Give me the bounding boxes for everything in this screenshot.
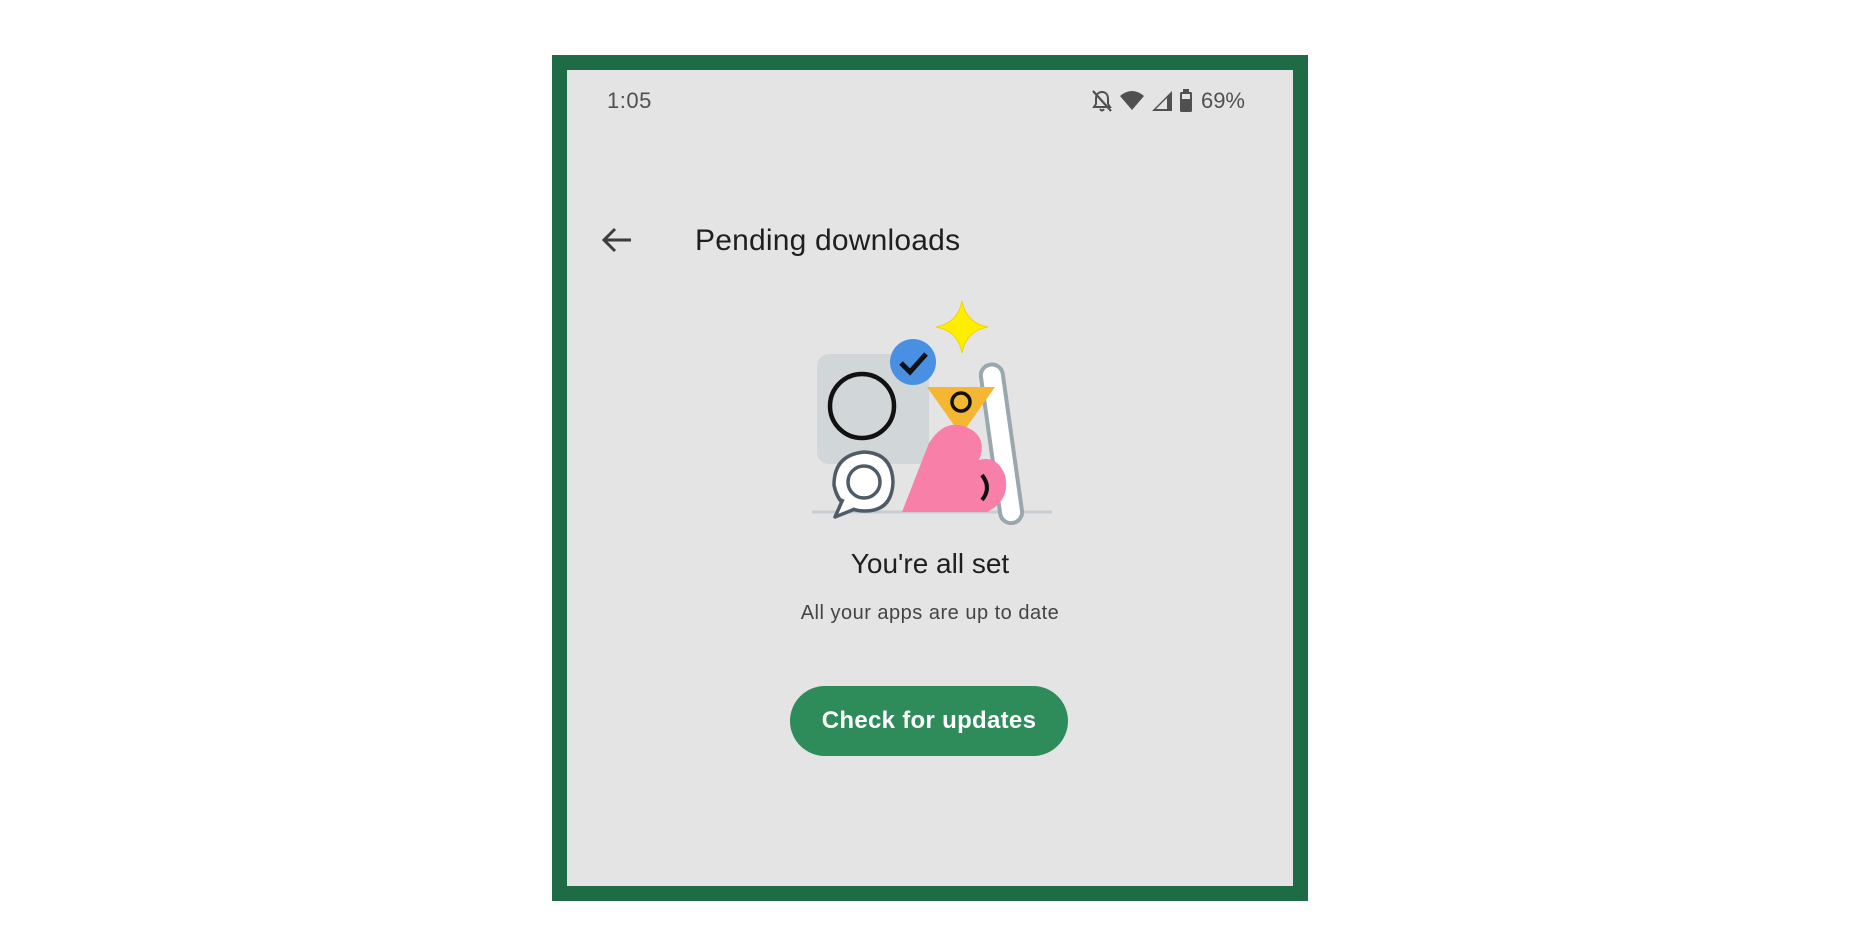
cellular-signal-icon [1151, 90, 1173, 112]
app-bar: Pending downloads [567, 210, 1293, 270]
device-frame: 1:05 69% Pending downloads You're all se… [552, 55, 1308, 901]
phone-screen: 1:05 69% Pending downloads You're all se… [567, 70, 1293, 886]
status-bar: 1:05 69% [567, 70, 1293, 130]
notifications-off-icon [1091, 89, 1113, 113]
check-for-updates-button[interactable]: Check for updates [790, 686, 1068, 756]
wifi-icon [1119, 90, 1145, 112]
empty-state-subtitle: All your apps are up to date [800, 602, 1060, 624]
battery-percentage: 69% [1200, 88, 1245, 113]
all-set-illustration [807, 285, 1057, 526]
battery-icon [1179, 89, 1193, 113]
status-icons: 69% [1091, 88, 1245, 114]
empty-state-title: You're all set [850, 548, 1010, 579]
arrow-left-icon [600, 223, 634, 262]
page-title: Pending downloads [695, 224, 961, 257]
status-time: 1:05 [607, 88, 652, 113]
back-button[interactable] [595, 220, 639, 264]
